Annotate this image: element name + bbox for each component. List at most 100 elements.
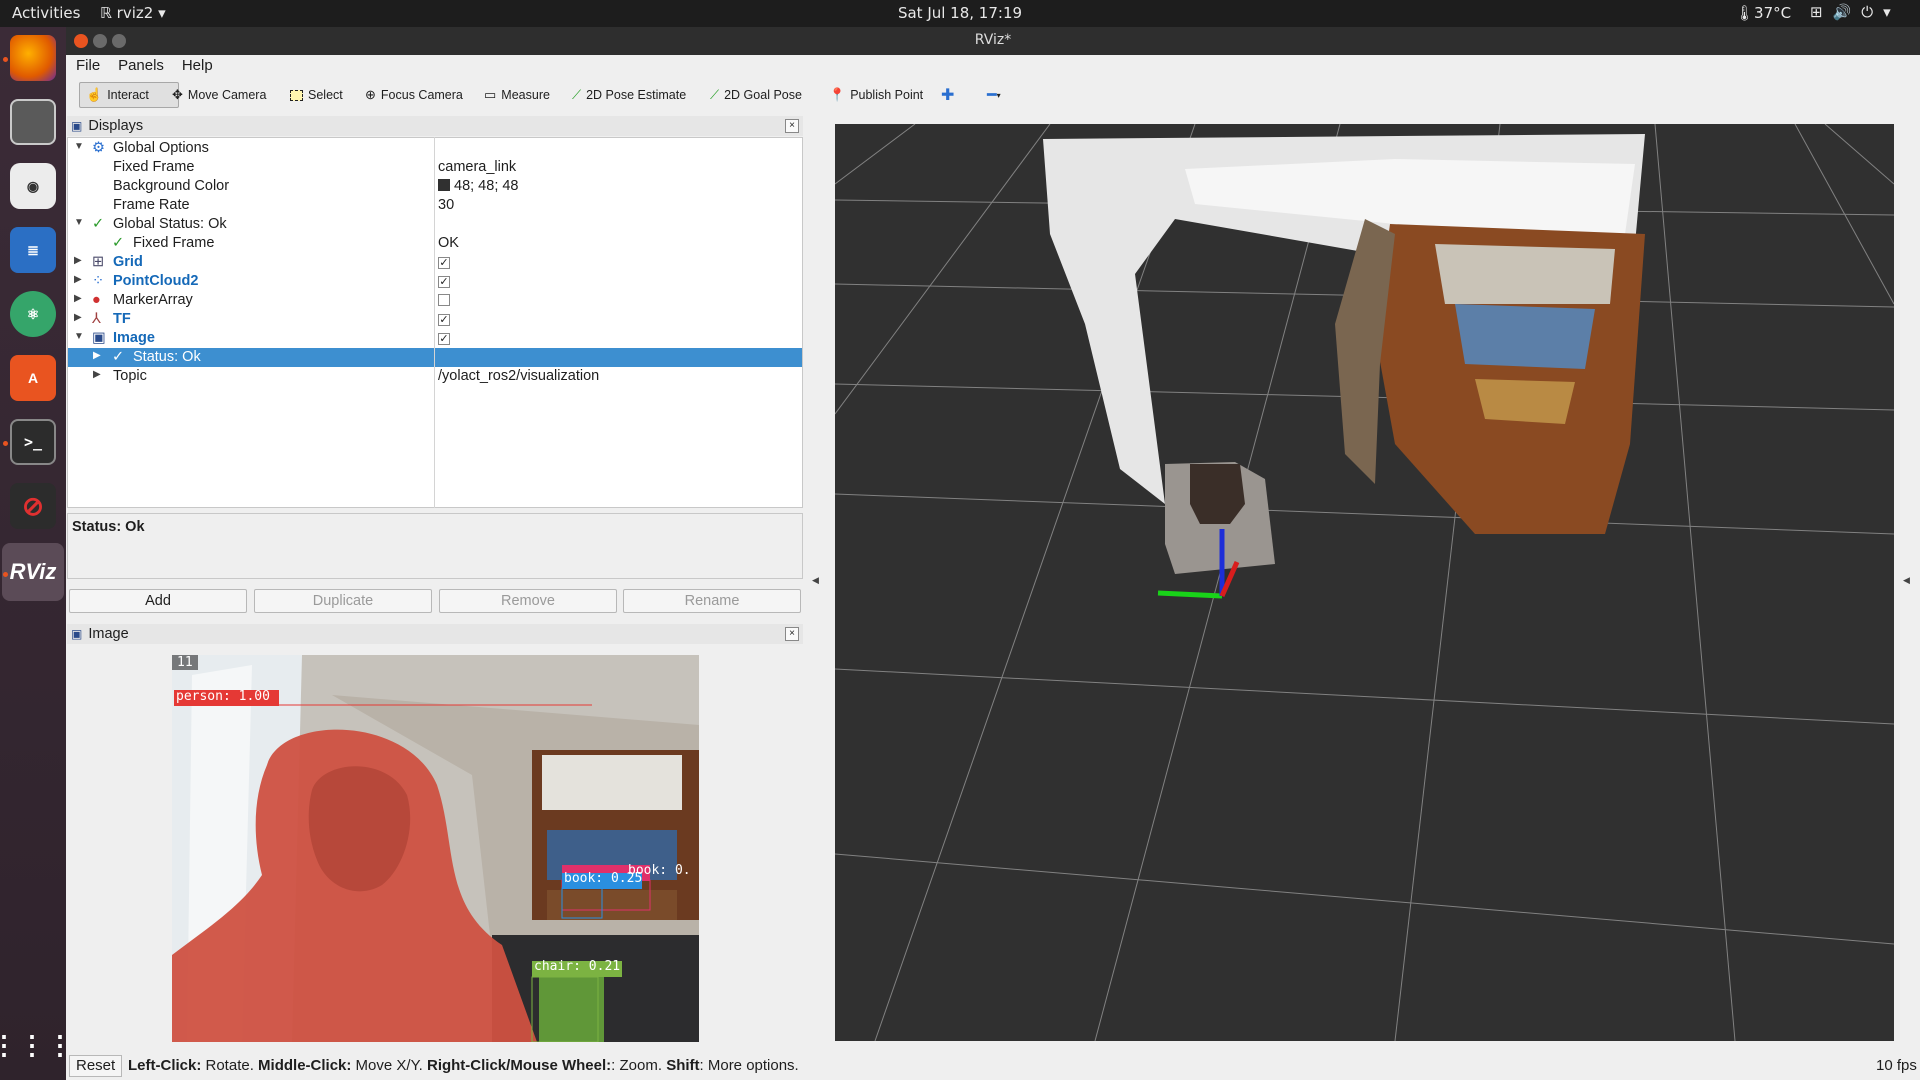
- tree-row-frame-rate[interactable]: Frame Rate 30: [68, 196, 802, 215]
- collapse-arrow-icon[interactable]: ▶: [74, 312, 82, 323]
- move-camera-tool[interactable]: ✥ Move Camera: [166, 82, 272, 108]
- help-desc: : Zoom.: [611, 1057, 667, 1074]
- firefox-icon[interactable]: [10, 35, 56, 81]
- tree-row-tf[interactable]: ▶ ⅄ TF ✓: [68, 310, 802, 329]
- tree-row-markerarray[interactable]: ▶ ● MarkerArray: [68, 291, 802, 310]
- interact-tool[interactable]: ☝ Interact: [79, 82, 179, 108]
- select-label: Select: [308, 88, 343, 102]
- tree-row-image-status[interactable]: ▶ ✓ Status: Ok: [68, 348, 802, 367]
- show-applications-icon[interactable]: ⋮⋮⋮: [0, 1022, 73, 1068]
- close-icon[interactable]: ×: [785, 119, 799, 133]
- tree-row-label: Status: Ok: [133, 349, 201, 365]
- add-tool-icon[interactable]: ✚: [935, 82, 960, 108]
- column-divider[interactable]: [434, 137, 435, 508]
- expand-arrow-icon[interactable]: ▼: [74, 217, 84, 228]
- goal-pose-tool[interactable]: ⟋ 2D Goal Pose: [704, 82, 808, 108]
- tree-row-image[interactable]: ▼ ▣ Image ✓: [68, 329, 802, 348]
- files-icon[interactable]: [10, 99, 56, 145]
- camera-image-view[interactable]: 11 person: 1.00 book: 0.25 book: 0. chai…: [172, 655, 699, 1042]
- topic-value[interactable]: /yolact_ros2/visualization: [438, 368, 599, 384]
- tree-row-label: Topic: [113, 368, 147, 384]
- remove-tool-icon[interactable]: ━ ▾: [981, 82, 1007, 108]
- tree-row-global-status[interactable]: ▼ ✓ Global Status: Ok: [68, 215, 802, 234]
- running-indicator: [3, 57, 8, 62]
- menu-help[interactable]: Help: [182, 57, 213, 74]
- tree-row-label: Image: [113, 330, 155, 346]
- software-center-icon[interactable]: A: [10, 355, 56, 401]
- tree-row-global-options[interactable]: ▼ ⚙ Global Options: [68, 139, 802, 158]
- tf-enabled-checkbox[interactable]: ✓: [438, 311, 450, 327]
- color-swatch: [438, 179, 450, 191]
- running-indicator: [3, 441, 8, 446]
- menu-panels[interactable]: Panels: [118, 57, 164, 74]
- expand-arrow-icon[interactable]: ▼: [74, 331, 84, 342]
- segmentation-image: [172, 655, 699, 1042]
- terminal-icon[interactable]: >_: [10, 419, 56, 465]
- displays-tree[interactable]: ▼ ⚙ Global Options Fixed Frame camera_li…: [67, 137, 803, 508]
- collapse-arrow-icon[interactable]: ▶: [74, 274, 82, 285]
- writer-icon[interactable]: ≣: [10, 227, 56, 273]
- grid-enabled-checkbox[interactable]: ✓: [438, 254, 450, 270]
- expand-arrow-icon[interactable]: ▼: [74, 141, 84, 152]
- tree-row-label: Global Options: [113, 140, 209, 156]
- tree-row-label: Fixed Frame: [113, 159, 195, 175]
- measure-tool[interactable]: ▭ Measure: [478, 82, 556, 108]
- menu-bar: File Panels Help: [66, 55, 1920, 78]
- pose-estimate-label: 2D Pose Estimate: [586, 88, 687, 102]
- help-desc: : More options.: [699, 1057, 799, 1074]
- help-key: Left-Click:: [128, 1057, 202, 1074]
- blocked-app-icon[interactable]: ⊘: [10, 483, 56, 529]
- collapse-arrow-icon[interactable]: ▶: [74, 293, 82, 304]
- clock[interactable]: Sat Jul 18, 17:19: [0, 4, 1920, 22]
- duplicate-display-button[interactable]: Duplicate: [254, 589, 432, 613]
- help-desc: Move X/Y.: [351, 1057, 427, 1074]
- tree-row-pointcloud2[interactable]: ▶ ⁘ PointCloud2 ✓: [68, 272, 802, 291]
- fixed-frame-status-value: OK: [438, 235, 459, 251]
- tree-row-fixed-frame-status[interactable]: ✓ Fixed Frame OK: [68, 234, 802, 253]
- collapse-arrow-icon[interactable]: ▶: [93, 350, 101, 361]
- fps-counter: 10 fps: [1876, 1057, 1917, 1074]
- image-enabled-checkbox[interactable]: ✓: [438, 330, 450, 346]
- pose-estimate-tool[interactable]: ⟋ 2D Pose Estimate: [566, 82, 692, 108]
- temperature-indicator[interactable]: 🌡37°C: [1735, 4, 1791, 22]
- rviz-icon[interactable]: RViz: [2, 543, 64, 601]
- tree-row-topic[interactable]: ▶ Topic /yolact_ros2/visualization: [68, 367, 802, 386]
- temperature-value: 37°C: [1754, 4, 1792, 22]
- green-arrow-icon: ⟋: [572, 87, 582, 102]
- render-3d-view[interactable]: [835, 124, 1894, 1041]
- remove-display-button[interactable]: Remove: [439, 589, 617, 613]
- system-tray[interactable]: ⊞🔊⏻▾: [1810, 3, 1901, 21]
- window-titlebar[interactable]: RViz*: [66, 27, 1920, 55]
- pointcloud-enabled-checkbox[interactable]: ✓: [438, 273, 450, 289]
- thermometer-icon: 🌡: [1735, 4, 1755, 22]
- add-display-button[interactable]: Add: [69, 589, 247, 613]
- close-icon[interactable]: ×: [785, 627, 799, 641]
- tree-row-background-color[interactable]: Background Color 48; 48; 48: [68, 177, 802, 196]
- tree-row-grid[interactable]: ▶ ⊞ Grid ✓: [68, 253, 802, 272]
- tree-row-fixed-frame[interactable]: Fixed Frame camera_link: [68, 158, 802, 177]
- point-cloud-icon: ⁘: [92, 273, 105, 289]
- collapse-left-icon[interactable]: ◀: [812, 575, 819, 586]
- rhythmbox-icon[interactable]: ◉: [10, 163, 56, 209]
- menu-file[interactable]: File: [76, 57, 100, 74]
- collapse-arrow-icon[interactable]: ▶: [93, 369, 101, 380]
- tree-row-label: Grid: [113, 254, 143, 270]
- tree-row-label: PointCloud2: [113, 273, 199, 289]
- reset-view-button[interactable]: Reset: [69, 1055, 123, 1077]
- focus-camera-tool[interactable]: ⊕ Focus Camera: [359, 82, 469, 108]
- volume-icon: 🔊: [1832, 3, 1862, 21]
- tree-row-label: Global Status: Ok: [113, 216, 227, 232]
- rename-display-button[interactable]: Rename: [623, 589, 801, 613]
- atom-icon[interactable]: ⚛: [10, 291, 56, 337]
- measure-label: Measure: [501, 88, 550, 102]
- frame-rate-value[interactable]: 30: [438, 197, 454, 213]
- background-color-value[interactable]: 48; 48; 48: [438, 178, 519, 194]
- markerarray-enabled-checkbox[interactable]: [438, 292, 450, 310]
- select-tool[interactable]: Select: [284, 82, 349, 108]
- fixed-frame-value[interactable]: camera_link: [438, 159, 516, 175]
- publish-point-tool[interactable]: 📍 Publish Point: [823, 82, 929, 108]
- background-color-text: 48; 48; 48: [454, 178, 519, 194]
- collapse-right-icon[interactable]: ◀: [1903, 575, 1910, 586]
- collapse-arrow-icon[interactable]: ▶: [74, 255, 82, 266]
- ruler-icon: ▭: [484, 87, 497, 102]
